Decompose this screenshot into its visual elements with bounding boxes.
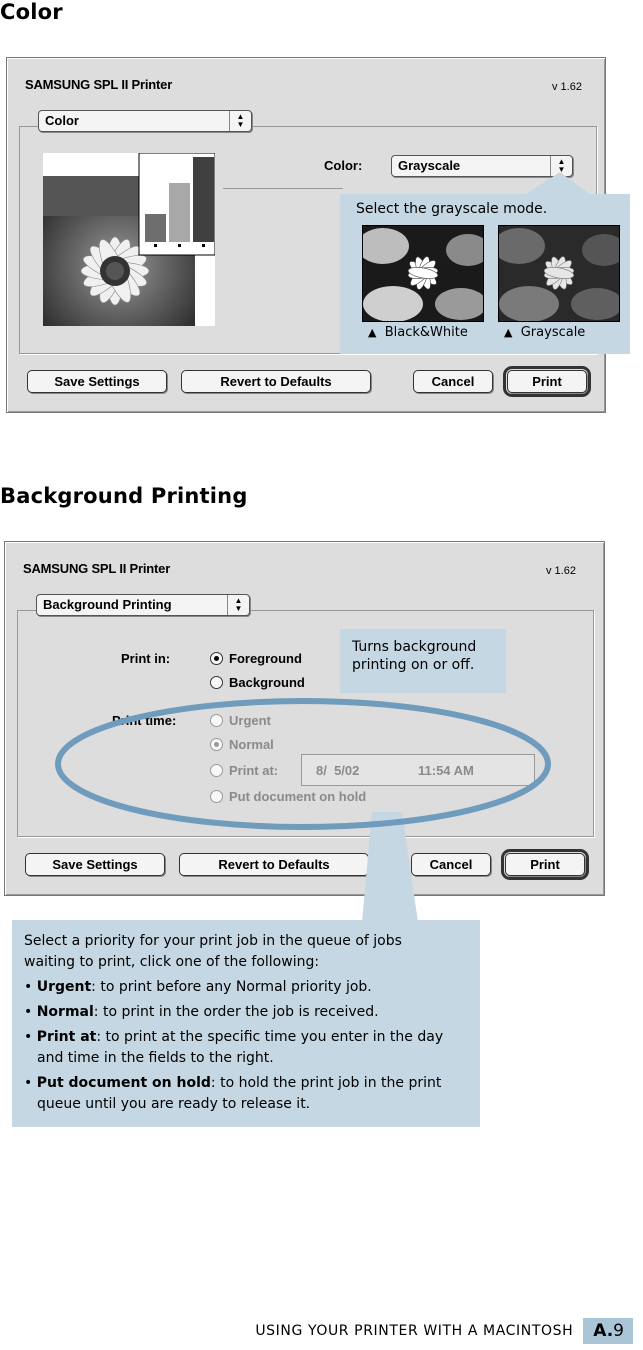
hold-term: Put document on hold [36, 1075, 211, 1091]
priority-highlight-ellipse [55, 698, 551, 830]
normal-description: : to print in the order the job is recei… [93, 1004, 379, 1020]
bullet-icon: • [24, 1029, 33, 1045]
normal-term: Normal [36, 1004, 94, 1020]
bullet-icon: • [24, 979, 33, 995]
urgent-term: Urgent [36, 979, 92, 995]
print-at-item: • Print at: to print at the specific tim… [24, 1027, 480, 1048]
page-number: 9 [613, 1321, 624, 1341]
urgent-item: • Urgent: to print before any Normal pri… [24, 977, 480, 998]
footer-text: USING YOUR PRINTER WITH A MACINTOSH [255, 1323, 574, 1339]
priority-callout: Select a priority for your print job in … [12, 920, 480, 1127]
print-at-item-cont: and time in the fields to the right. [37, 1050, 274, 1066]
page-footer: USING YOUR PRINTER WITH A MACINTOSH A.9 [255, 1318, 633, 1344]
hold-item-cont: queue until you are ready to release it. [37, 1096, 311, 1112]
page-prefix: A. [593, 1321, 614, 1341]
hold-description: : to hold the print job in the print [210, 1075, 442, 1091]
intro-line-1: Select a priority for your print job in … [24, 933, 402, 949]
page-number-badge: A.9 [583, 1318, 633, 1344]
bullet-icon: • [24, 1075, 33, 1091]
hold-item: • Put document on hold: to hold the prin… [24, 1073, 480, 1094]
intro-line-2: waiting to print, click one of the follo… [24, 954, 320, 970]
urgent-description: : to print before any Normal priority jo… [91, 979, 372, 995]
print-at-term: Print at [36, 1029, 97, 1045]
highlight-overlay [55, 698, 551, 922]
bullet-icon: • [24, 1004, 33, 1020]
print-at-description: : to print at the specific time you ente… [96, 1029, 444, 1045]
normal-item: • Normal: to print in the order the job … [24, 1002, 480, 1023]
